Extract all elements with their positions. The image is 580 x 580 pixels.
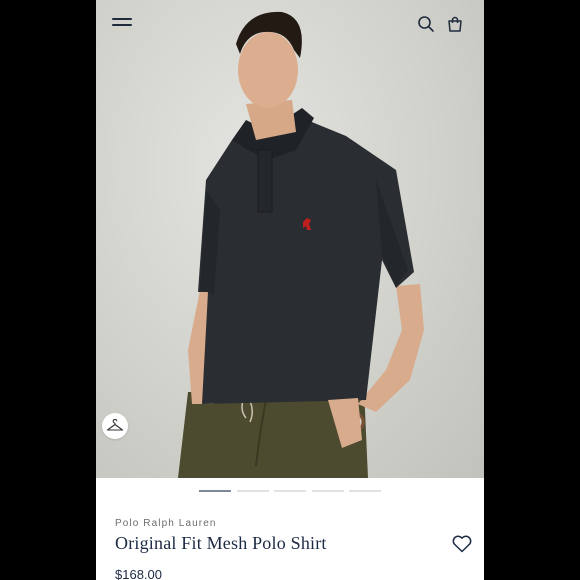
- model-photo: [178, 11, 424, 478]
- top-navigation: [96, 0, 484, 48]
- placket: [257, 149, 273, 213]
- heart-outline-icon[interactable]: [452, 535, 472, 553]
- product-page: Polo Ralph Lauren Original Fit Mesh Polo…: [96, 0, 484, 580]
- hamburger-menu-icon[interactable]: [112, 16, 134, 30]
- shopping-bag-icon[interactable]: [446, 15, 464, 33]
- search-icon[interactable]: [417, 15, 435, 33]
- brand-name[interactable]: Polo Ralph Lauren: [115, 518, 217, 529]
- product-price: $168.00: [115, 567, 162, 580]
- carousel-dot-5[interactable]: [349, 490, 381, 492]
- carousel-dot-2[interactable]: [237, 490, 269, 492]
- carousel-dot-1[interactable]: [199, 490, 231, 492]
- carousel-dot-3[interactable]: [274, 490, 306, 492]
- left-letterbox: [0, 0, 96, 580]
- black-polo-shirt: [198, 118, 414, 404]
- hanger-icon[interactable]: [102, 413, 128, 439]
- carousel-indicators: [96, 486, 484, 496]
- carousel-dot-4[interactable]: [312, 490, 344, 492]
- product-title: Original Fit Mesh Polo Shirt: [115, 533, 327, 553]
- product-image[interactable]: [96, 0, 484, 478]
- right-letterbox: [484, 0, 580, 580]
